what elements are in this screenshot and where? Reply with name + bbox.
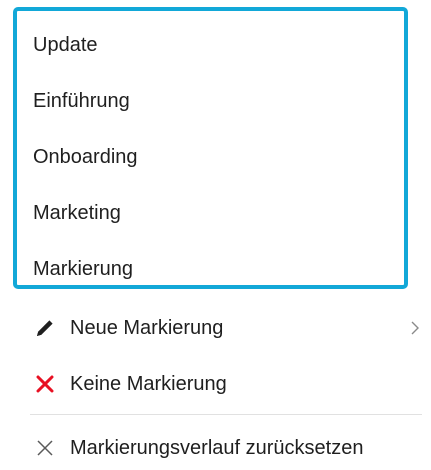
reset-tag-history-menu-item[interactable]: Markierungsverlauf zurücksetzen [34,428,363,468]
recent-tags-list: Update Einführung Onboarding Marketing M… [13,7,408,289]
no-tag-label: Keine Markierung [70,373,227,395]
tag-item-marketing[interactable]: Marketing [33,193,393,233]
tag-item-update[interactable]: Update [33,25,393,65]
close-icon [34,437,56,459]
new-tag-label: Neue Markierung [70,317,224,339]
new-tag-menu-item[interactable]: Neue Markierung [34,308,223,348]
red-x-icon [34,373,56,395]
pencil-icon [34,317,56,339]
menu-divider [30,414,422,415]
tag-item-markierung[interactable]: Markierung [33,249,393,289]
tag-item-einfuehrung[interactable]: Einführung [33,81,393,121]
tag-context-menu: Update Einführung Onboarding Marketing M… [0,0,431,470]
reset-tag-history-label: Markierungsverlauf zurücksetzen [70,437,364,459]
tag-item-onboarding[interactable]: Onboarding [33,137,393,177]
no-tag-menu-item[interactable]: Keine Markierung [34,364,227,404]
chevron-right-icon[interactable] [408,316,422,340]
